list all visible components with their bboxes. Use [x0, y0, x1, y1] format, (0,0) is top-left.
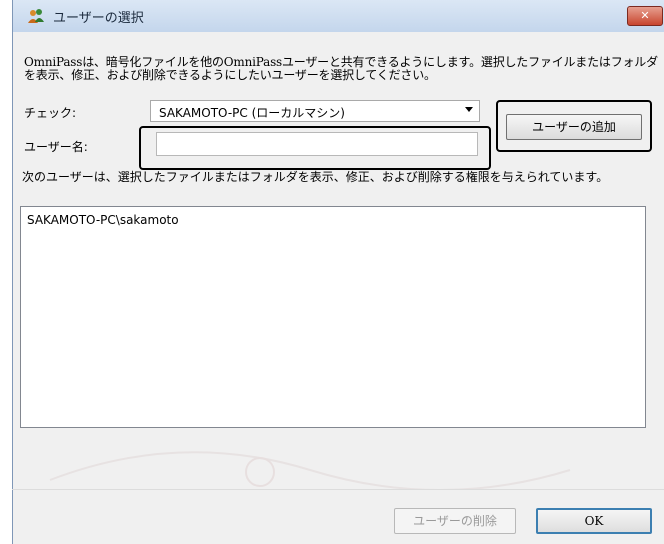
ok-button[interactable]: OK [536, 508, 652, 534]
permission-info-text: 次のユーザーは、選択したファイルまたはフォルダを表示、修正、および削除する権限を… [22, 170, 609, 184]
delete-user-button[interactable]: ユーザーの削除 [394, 508, 516, 534]
users-icon [28, 9, 44, 23]
window-title: ユーザーの選択 [53, 11, 144, 26]
description-text: OmniPassは、暗号化ファイルを他のOmniPassユーザーと共有できるよう… [24, 55, 658, 82]
watermark-graphic [49, 451, 571, 490]
check-label: チェック: [24, 106, 77, 120]
check-selected-value: SAKAMOTO-PC (ローカルマシン) [159, 106, 345, 120]
add-user-button[interactable]: ユーザーの追加 [506, 114, 642, 140]
chevron-down-icon [465, 107, 473, 112]
username-highlight-box [139, 126, 491, 170]
list-item[interactable]: SAKAMOTO-PC\sakamoto [27, 213, 179, 227]
username-label: ユーザー名: [24, 140, 88, 154]
close-icon: ✕ [640, 9, 650, 22]
check-dropdown[interactable]: SAKAMOTO-PC (ローカルマシン) [150, 100, 480, 122]
title-bar: ユーザーの選択 ✕ [12, 0, 664, 32]
user-list[interactable]: SAKAMOTO-PC\sakamoto [20, 206, 646, 428]
user-select-dialog: ユーザーの選択 ✕ OmniPassは、暗号化ファイルを他のOmniPassユー… [0, 0, 664, 544]
close-button[interactable]: ✕ [627, 6, 663, 26]
footer-divider [12, 489, 664, 490]
